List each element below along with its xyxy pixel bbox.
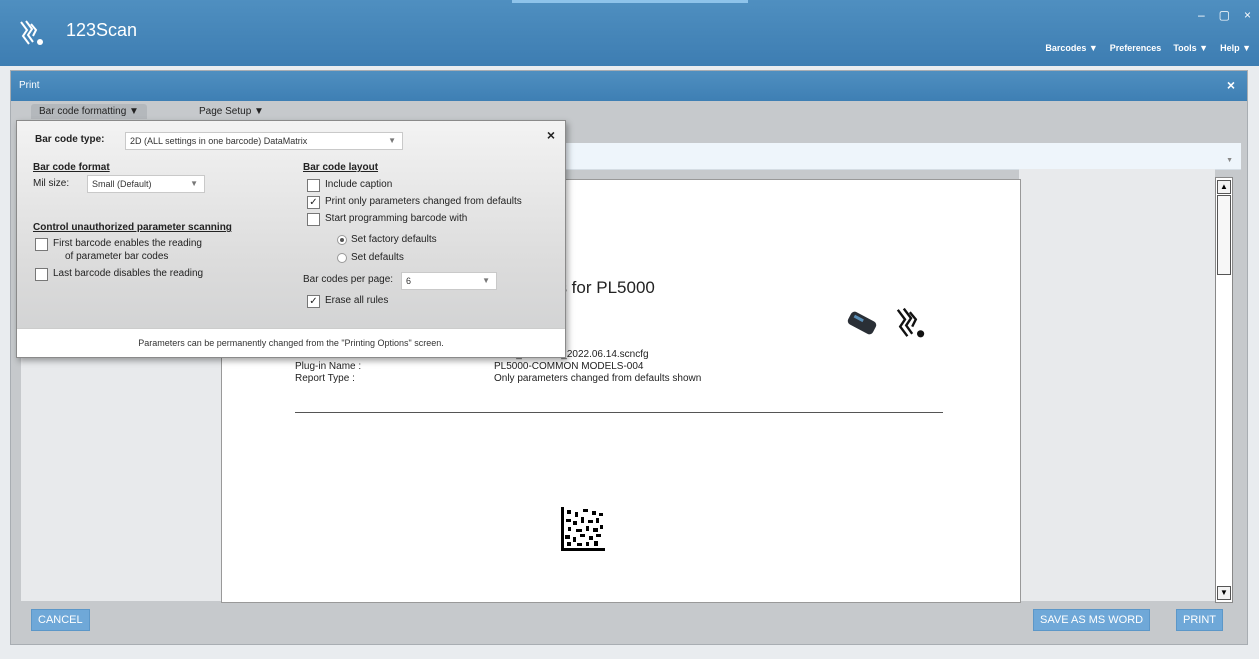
per-page-value: 6 — [406, 276, 412, 286]
chevron-down-icon: ▼ — [482, 276, 490, 285]
menu-preferences[interactable]: Preferences — [1110, 43, 1162, 53]
print-only-changed-label: Print only parameters changed from defau… — [325, 196, 522, 207]
report-type-label: Report Type : — [295, 373, 355, 384]
menu-tools[interactable]: Tools ▼ — [1173, 43, 1208, 53]
minimize-icon[interactable]: – — [1198, 8, 1205, 22]
scroll-up-icon[interactable]: ▲ — [1217, 180, 1231, 194]
divider-line — [295, 412, 943, 413]
zebra-head-icon — [896, 307, 925, 338]
first-barcode-checkbox[interactable] — [35, 238, 48, 251]
last-barcode-label: Last barcode disables the reading — [53, 268, 204, 279]
preview-scrollbar[interactable]: ▲ ▼ — [1215, 177, 1233, 603]
scroll-thumb[interactable] — [1217, 195, 1231, 275]
save-as-word-button[interactable]: SAVE AS MS WORD — [1033, 609, 1151, 631]
control-heading: Control unauthorized parameter scanning — [33, 222, 232, 233]
start-programming-label: Start programming barcode with — [325, 213, 468, 224]
set-factory-defaults-radio[interactable] — [337, 235, 347, 245]
format-heading: Bar code format — [33, 162, 110, 173]
erase-all-rules-label: Erase all rules — [325, 295, 389, 306]
barcode-type-label: Bar code type: — [35, 134, 105, 145]
include-caption-checkbox[interactable] — [307, 179, 320, 192]
first-barcode-label-cont: of parameter bar codes — [65, 251, 169, 262]
dialog-close-icon[interactable]: × — [1227, 77, 1235, 93]
mil-size-label: Mil size: — [33, 178, 70, 189]
barcode-type-value: 2D (ALL settings in one barcode) DataMat… — [130, 136, 308, 146]
dialog-title: Print — [19, 80, 40, 91]
plugin-value: PL5000-COMMON MODELS-004 — [494, 361, 644, 372]
tab-barcode-formatting[interactable]: Bar code formatting ▼ — [31, 104, 147, 119]
first-barcode-label: First barcode enables the reading — [53, 238, 202, 249]
start-programming-checkbox[interactable] — [307, 213, 320, 226]
mil-size-value: Small (Default) — [92, 179, 152, 189]
menu-help[interactable]: Help ▼ — [1220, 43, 1251, 53]
chevron-down-icon: ▼ — [388, 136, 396, 145]
print-button[interactable]: PRINT — [1176, 609, 1223, 631]
cancel-button[interactable]: CANCEL — [31, 609, 90, 631]
menu-barcodes[interactable]: Barcodes ▼ — [1045, 43, 1097, 53]
dialog-tabs: Bar code formatting ▼ Page Setup ▼ — [11, 101, 1247, 119]
maximize-icon[interactable]: ▢ — [1219, 8, 1230, 22]
title-accent — [512, 0, 748, 3]
tab-page-setup[interactable]: Page Setup ▼ — [191, 104, 272, 119]
set-factory-defaults-label: Set factory defaults — [351, 234, 437, 245]
report-type-value: Only parameters changed from defaults sh… — [494, 373, 702, 384]
zebra-logo-icon — [20, 20, 43, 45]
mil-size-select[interactable]: Small (Default) ▼ — [87, 175, 205, 193]
set-defaults-label: Set defaults — [351, 252, 404, 263]
scroll-down-icon[interactable]: ▼ — [1217, 586, 1231, 600]
barcode-type-select[interactable]: 2D (ALL settings in one barcode) DataMat… — [125, 132, 403, 150]
app-title-bar: 123Scan – ▢ × Barcodes ▼ Preferences Too… — [0, 0, 1259, 66]
popup-footer-note: Parameters can be permanently changed fr… — [17, 328, 565, 357]
dialog-title-bar: Print × — [11, 71, 1247, 101]
popup-close-icon[interactable]: × — [547, 127, 555, 143]
scanner-icon — [847, 311, 877, 335]
last-barcode-checkbox[interactable] — [35, 268, 48, 281]
plugin-label: Plug-in Name : — [295, 361, 362, 372]
preview-right-margin — [1019, 169, 1215, 601]
per-page-select[interactable]: 6 ▼ — [401, 272, 497, 290]
layout-heading: Bar code layout — [303, 162, 379, 173]
erase-all-rules-checkbox[interactable]: ✓ — [307, 295, 320, 308]
datamatrix-barcode — [561, 507, 605, 551]
print-only-changed-checkbox[interactable]: ✓ — [307, 196, 320, 209]
per-page-label: Bar codes per page: — [303, 274, 394, 285]
chevron-down-icon: ▼ — [190, 179, 198, 188]
strip-arrow-icon[interactable]: ▼ — [1226, 157, 1233, 164]
app-title: 123Scan — [66, 20, 138, 40]
close-app-icon[interactable]: × — [1244, 8, 1251, 22]
barcode-formatting-popup: × Bar code type: 2D (ALL settings in one… — [16, 120, 566, 358]
set-defaults-radio[interactable] — [337, 253, 347, 263]
include-caption-label: Include caption — [325, 179, 393, 190]
